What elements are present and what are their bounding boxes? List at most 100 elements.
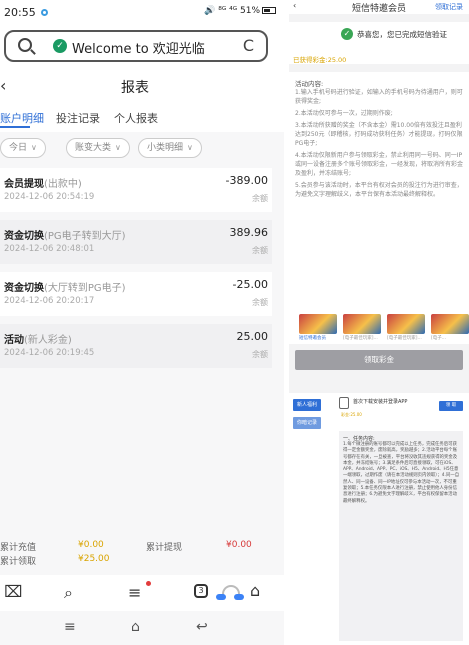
active-tab-indicator [0,126,30,128]
record-time: 2024-12-06 20:48:01 [4,244,95,254]
status-bar: 20:55 🔊 ⁸ᴳ ⁴ᴳ 51% [0,0,284,26]
date-filter-label: 今日 [9,143,28,153]
left-phone-screen: 20:55 🔊 ⁸ᴳ ⁴ᴳ 51% ✓ Welcome to 欢迎光临 C ‹ … [0,0,284,645]
search-icon[interactable]: ⌕ [64,583,73,603]
rule-item: 4.本活动仅限新用户参与领取彩金，禁止利用同一号码、同一IP或同一设备注册多个账… [295,152,464,177]
recent-apps-icon[interactable]: ≡ [64,619,76,635]
rule-item: 5.会员参与该活动时，本平台有权对会员的投注行为进行审查，为避免文字理解歧义，本… [295,182,463,198]
task-heading: 一、任务内容: [343,436,375,442]
record-subtype: (大厅转到PG电子) [44,283,126,294]
subcategory-filter-label: 小类明细 [147,143,184,153]
home-button-icon[interactable]: ⌂ [131,619,140,635]
total-claim-value: ¥25.00 [78,554,110,564]
list-item[interactable]: 资金切换(大厅转到PG电子) 2024-12-06 20:20:17 -25.0… [0,272,272,316]
record-amount: 25.00 [236,330,269,343]
promo-thumbnails: 短信特邀会员 [电子最佳玩家]... [电子最佳玩家]... [电子... [299,314,469,344]
check-icon: ✓ [341,28,353,40]
total-claim-label: 累计领取 [0,557,37,567]
tab-bet-records[interactable]: 投注记录 [56,110,100,126]
reload-icon[interactable]: C [243,36,254,55]
get-task-button[interactable]: 领 取 [439,401,463,411]
promo-header: ‹ 短信特邀会员 领取记录 [289,0,469,14]
tabs-icon[interactable]: 3 [194,584,208,598]
report-tabs: 账户明细 投注记录 个人报表 [0,104,284,132]
task-description-box: 一、任务内容: 1.每个微注册的账号都可以完成以上任务，完成任务后可获得一定金额… [339,431,463,641]
promo-thumbnail[interactable] [431,314,469,334]
incognito-icon[interactable] [214,585,248,601]
earned-label: 已获得彩金: [293,56,328,64]
status-icons: 🔊 ⁸ᴳ ⁴ᴳ 51% [204,6,276,16]
record-type: 资金切换 [4,231,44,242]
rule-item: 3.本活动所获赠的奖金（不含本金）需10.00倍有效投注且盈利达到250元（即稽… [295,122,463,147]
claim-bonus-button[interactable]: 领取彩金 [295,350,463,370]
promo-thumbnail[interactable] [387,314,425,334]
status-indicators: 🔊 ⁸ᴳ ⁴ᴳ 51% [204,6,260,16]
rule-item: 1.输入手机号码进行验证，如输入的手机号码为待通用户，则可获得奖金; [295,89,463,105]
chevron-down-icon: ∨ [31,143,37,152]
record-type: 会员提现 [4,179,44,190]
tag-records[interactable]: 你暗记录 [293,417,322,429]
promo-thumbnail[interactable] [343,314,381,334]
task-body-text: 1.每个微注册的账号都可以完成以上任务，完成任务后可获得一定金额奖金，废除就高，… [343,442,460,504]
thumbnail-caption: 短信特邀会员 [299,336,326,341]
record-time: 2024-12-06 20:54:19 [4,192,95,202]
record-balance-label: 余额 [252,246,268,255]
earned-value: 25.00 [327,56,347,64]
congrats-text: 恭喜您，您已完成短信验证 [357,30,447,39]
rule-item: 2.本活动仅可参与一次，过期则作废; [295,110,393,117]
record-time: 2024-12-06 20:20:17 [4,296,95,306]
menu-icon[interactable]: ≡ [128,583,141,602]
notification-dot-icon [41,9,48,16]
status-time: 20:55 [4,6,36,19]
record-subtype: (PG电子转到大厅) [44,231,126,242]
category-filter-label: 账变大类 [75,143,112,153]
incognito-lens-left [216,594,226,600]
tag-new-user-benefits[interactable]: 新人福利 [293,399,322,411]
total-withdraw-label: 累计提现 [146,543,183,553]
page-header: ‹ 报表 [0,68,284,104]
total-recharge-value: ¥0.00 [78,540,104,550]
record-amount: -389.00 [225,174,268,187]
list-item[interactable]: 活动(新人彩金) 2024-12-06 20:19:45 25.00 余额 [0,324,272,368]
record-type: 资金切换 [4,283,44,294]
app-task-title: 首次下载安装并登录APP [353,399,408,405]
list-item[interactable]: 会员提现(出款中) 2024-12-06 20:54:19 -389.00 余额 [0,168,272,212]
record-amount: -25.00 [232,278,268,291]
back-button-icon[interactable]: ↩ [196,619,208,635]
record-balance-label: 余额 [252,194,268,203]
record-type: 活动 [4,335,24,346]
battery-icon [262,7,276,14]
claim-records-link[interactable]: 领取记录 [435,2,463,12]
promo-thumbnail[interactable] [299,314,337,334]
address-text[interactable]: Welcome to 欢迎光临 [72,38,205,57]
category-filter[interactable]: 账变大类 ∨ [66,138,130,158]
filter-row: 今日 ∨ 账变大类 ∨ 小类明细 ∨ [0,138,284,160]
right-phone-screen: ‹ 短信特邀会员 领取记录 ✓ 恭喜您，您已完成短信验证 已获得彩金:25.00… [289,0,469,645]
list-item[interactable]: 资金切换(PG电子转到大厅) 2024-12-06 20:48:01 389.9… [0,220,272,264]
tab-personal-report[interactable]: 个人报表 [114,110,158,126]
rules-panel: 活动内容: 1.输入手机号码进行验证，如输入的手机号码为待通用户，则可获得奖金;… [289,72,469,344]
record-subtype: (出款中) [44,179,82,190]
thumbnail-caption: [电子最佳玩家]... [387,336,422,341]
rules-list: 1.输入手机号码进行验证，如输入的手机号码为待通用户，则可获得奖金; 2.本活动… [295,88,463,202]
record-balance-label: 余额 [252,298,268,307]
record-title: 资金切换(PG电子转到大厅) [4,227,126,242]
close-page-icon[interactable]: ⌧ [4,582,22,601]
search-icon[interactable] [18,38,32,52]
record-balance-label: 余额 [252,350,268,359]
menu-badge [146,581,151,586]
record-title: 活动(新人彩金) [4,331,72,346]
address-bar[interactable]: ✓ Welcome to 欢迎光临 C [4,30,268,62]
rules-heading: 活动内容: [295,80,324,88]
subcategory-filter[interactable]: 小类明细 ∨ [138,138,202,158]
record-time: 2024-12-06 20:19:45 [4,348,95,358]
secure-check-icon: ✓ [53,39,67,53]
date-filter[interactable]: 今日 ∨ [0,138,46,158]
browser-toolbar: ✓ Welcome to 欢迎光临 C [0,26,284,68]
record-list: 会员提现(出款中) 2024-12-06 20:54:19 -389.00 余额… [0,168,272,376]
incognito-lens-right [234,594,244,600]
record-subtype: (新人彩金) [24,335,72,346]
home-icon[interactable]: ⌂ [250,581,260,600]
browser-bottom-bar: ⌧ ⌕ ≡ 3 ⌂ [0,575,284,611]
tab-account-details[interactable]: 账户明细 [0,110,44,126]
